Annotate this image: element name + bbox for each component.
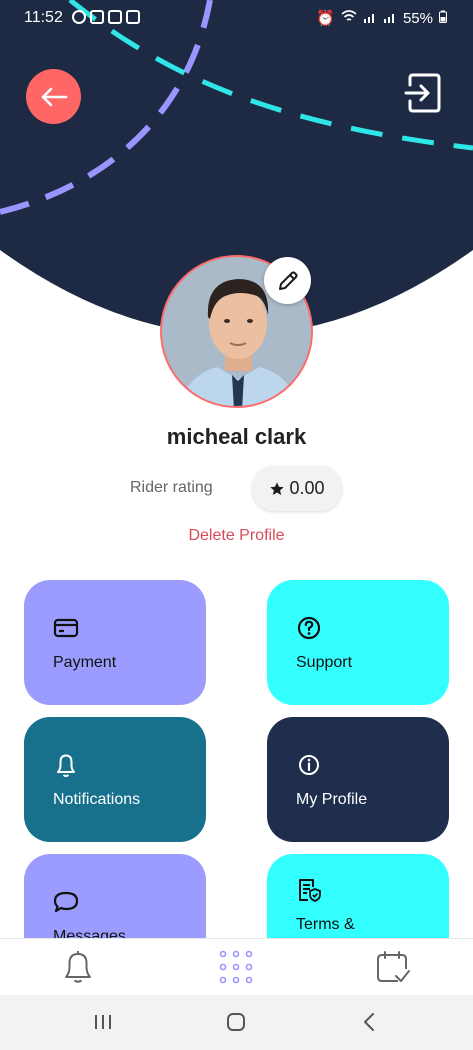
system-back-button[interactable] — [354, 1009, 384, 1035]
help-circle-icon — [297, 616, 321, 640]
signal-icon — [363, 10, 377, 27]
profile-name: micheal clark — [166, 424, 307, 449]
status-right: ⏰ 55% — [316, 9, 447, 27]
recents-button[interactable] — [88, 1009, 118, 1035]
recents-icon — [95, 1015, 111, 1029]
nav-notifications[interactable] — [58, 947, 98, 987]
notification-icons — [72, 10, 140, 24]
home-icon — [227, 1013, 245, 1031]
wifi-icon — [341, 9, 357, 27]
calendar-check-icon — [377, 951, 410, 982]
alarm-icon: ⏰ — [316, 10, 335, 27]
bottom-nav — [0, 938, 473, 995]
arrow-left-icon — [41, 87, 67, 106]
info-icon — [299, 755, 319, 775]
tile-my-profile[interactable]: My Profile — [267, 717, 449, 842]
tile-label: My Profile — [296, 791, 368, 808]
linkedin-icon — [108, 10, 122, 24]
logout-icon — [404, 73, 441, 113]
status-bar: 11:52 ⏰ 55% — [0, 0, 473, 36]
signal-icon — [383, 10, 397, 27]
bell-icon — [57, 754, 75, 777]
home-button[interactable] — [221, 1009, 251, 1035]
back-icon — [364, 1013, 374, 1031]
edit-avatar-button[interactable] — [264, 257, 311, 304]
tile-payment[interactable]: Payment — [24, 580, 206, 705]
star-icon — [270, 481, 285, 495]
chat-bubble-icon — [53, 891, 79, 913]
pencil-icon — [278, 270, 298, 290]
grid-dots-icon — [219, 950, 253, 984]
status-time: 11:52 — [24, 9, 63, 26]
battery-icon — [439, 10, 447, 27]
tile-label: Support — [296, 654, 353, 671]
logout-button[interactable] — [404, 72, 442, 114]
nav-bookings[interactable] — [373, 947, 413, 987]
battery-text: 55% — [402, 9, 433, 27]
back-button[interactable] — [26, 69, 81, 124]
bell-icon — [65, 951, 91, 983]
rating-badge: 0.00 — [252, 466, 342, 511]
calendar-icon — [90, 10, 104, 24]
tile-support[interactable]: Support — [267, 580, 449, 705]
credit-card-icon — [53, 618, 79, 638]
rider-rating-label: Rider rating — [130, 479, 213, 496]
delete-profile-link[interactable]: Delete Profile — [0, 527, 473, 545]
whatsapp-icon — [72, 10, 86, 24]
nav-home-grid[interactable] — [216, 947, 256, 987]
image-icon — [126, 10, 140, 24]
tile-notifications[interactable]: Notifications — [24, 717, 206, 842]
tile-label: Notifications — [53, 791, 141, 808]
tile-label: Terms & — [296, 916, 355, 933]
document-shield-icon — [299, 879, 321, 902]
system-nav-bar — [0, 995, 473, 1050]
tile-label: Payment — [53, 654, 117, 671]
rating-value: 0.00 — [289, 478, 325, 498]
